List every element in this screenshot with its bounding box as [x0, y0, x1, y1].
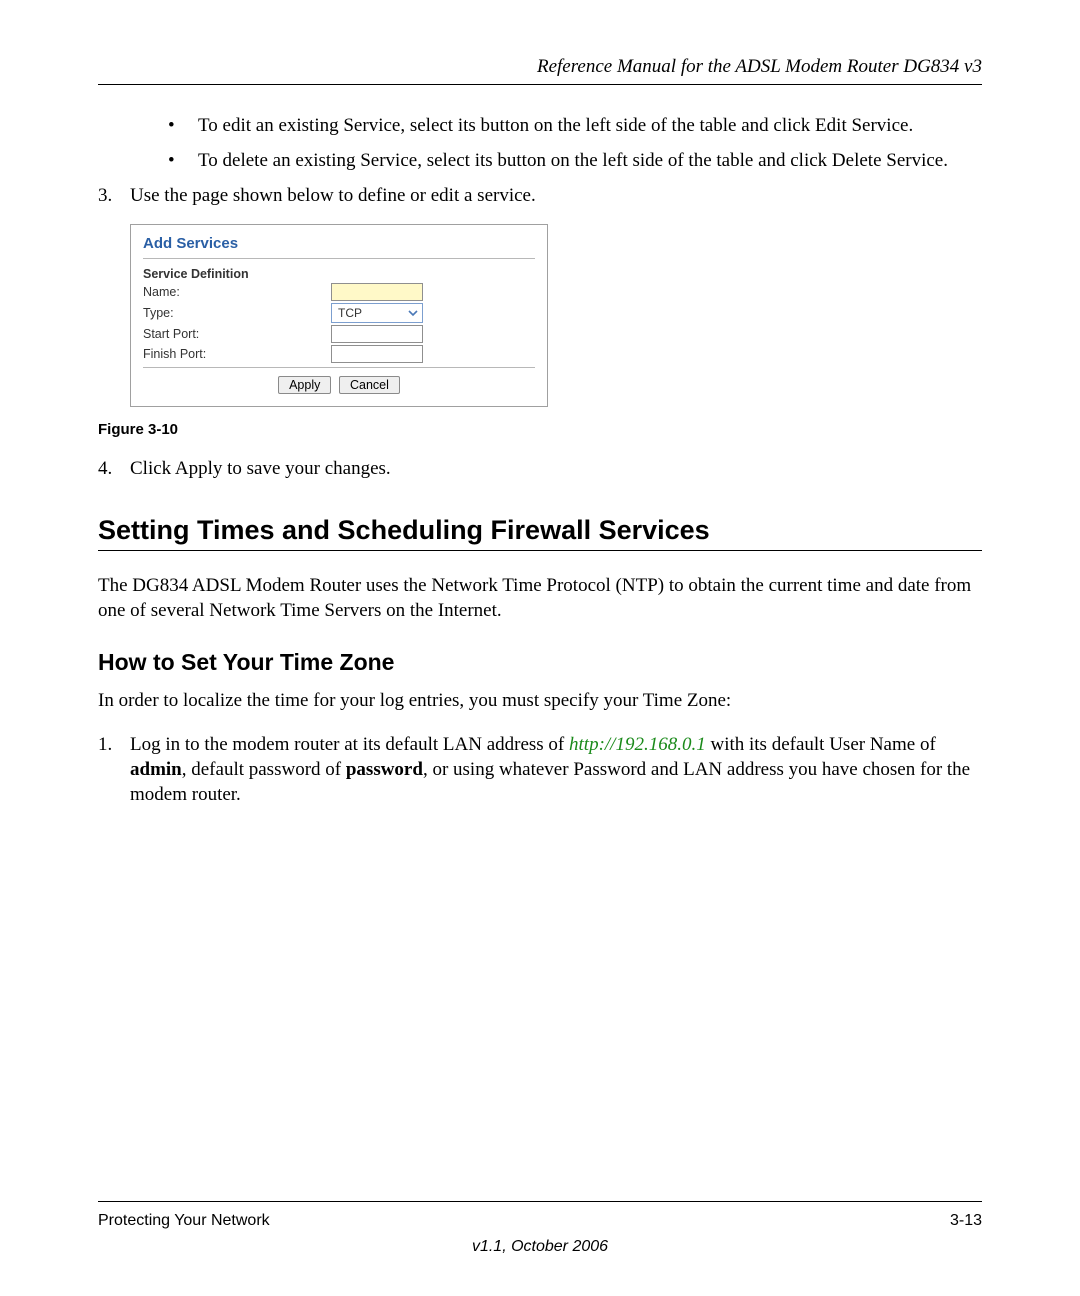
- start-port-label: Start Port:: [143, 327, 331, 341]
- add-services-dialog: Add Services Service Definition Name: Ty…: [130, 224, 548, 407]
- step-number: 3.: [98, 183, 130, 208]
- password-bold: password: [346, 759, 423, 780]
- footer-page-number: 3-13: [950, 1212, 982, 1230]
- section-heading: Setting Times and Scheduling Firewall Se…: [98, 515, 982, 546]
- dialog-title: Add Services: [143, 235, 535, 252]
- footer-version: v1.1, October 2006: [98, 1238, 982, 1256]
- tz-intro-paragraph: In order to localize the time for your l…: [98, 688, 982, 713]
- page-header-title: Reference Manual for the ADSL Modem Rout…: [98, 56, 982, 78]
- username-bold: admin: [130, 759, 182, 780]
- cancel-button[interactable]: Cancel: [339, 376, 400, 394]
- ntp-paragraph: The DG834 ADSL Modem Router uses the Net…: [98, 573, 982, 623]
- name-input[interactable]: [331, 283, 423, 301]
- step-number: 1.: [98, 732, 130, 807]
- type-select[interactable]: TCP: [331, 303, 423, 323]
- bullet-list: To edit an existing Service, select its …: [154, 113, 982, 173]
- dialog-rule-top: [143, 258, 535, 259]
- step-4: 4. Click Apply to save your changes.: [98, 456, 982, 481]
- start-port-input[interactable]: [331, 325, 423, 343]
- figure-caption: Figure 3-10: [98, 421, 982, 438]
- type-label: Type:: [143, 306, 331, 320]
- step-3: 3. Use the page shown below to define or…: [98, 183, 982, 208]
- text-fragment: , default password of: [182, 759, 346, 780]
- text-fragment: Log in to the modem router at its defaul…: [130, 734, 569, 755]
- bullet-item: To delete an existing Service, select it…: [154, 148, 982, 173]
- dialog-rule-bottom: [143, 367, 535, 368]
- chevron-down-icon: [406, 306, 420, 320]
- header-rule: [98, 84, 982, 85]
- name-label: Name:: [143, 285, 331, 299]
- apply-button[interactable]: Apply: [278, 376, 331, 394]
- step-number: 4.: [98, 456, 130, 481]
- finish-port-label: Finish Port:: [143, 347, 331, 361]
- footer-left: Protecting Your Network: [98, 1212, 270, 1230]
- step-text: Use the page shown below to define or ed…: [130, 183, 982, 208]
- step-text: Log in to the modem router at its defaul…: [130, 732, 982, 807]
- footer-rule: [98, 1201, 982, 1202]
- section-rule: [98, 550, 982, 551]
- page-footer: Protecting Your Network 3-13 v1.1, Octob…: [98, 1201, 982, 1256]
- subsection-heading: How to Set Your Time Zone: [98, 649, 982, 676]
- figure-3-10: Add Services Service Definition Name: Ty…: [130, 224, 982, 407]
- default-lan-link[interactable]: http://192.168.0.1: [569, 734, 706, 755]
- service-definition-label: Service Definition: [143, 267, 535, 281]
- step-text: Click Apply to save your changes.: [130, 456, 982, 481]
- step-1-login: 1. Log in to the modem router at its def…: [98, 732, 982, 807]
- finish-port-input[interactable]: [331, 345, 423, 363]
- text-fragment: with its default User Name of: [706, 734, 936, 755]
- type-select-value: TCP: [338, 306, 362, 320]
- bullet-item: To edit an existing Service, select its …: [154, 113, 982, 138]
